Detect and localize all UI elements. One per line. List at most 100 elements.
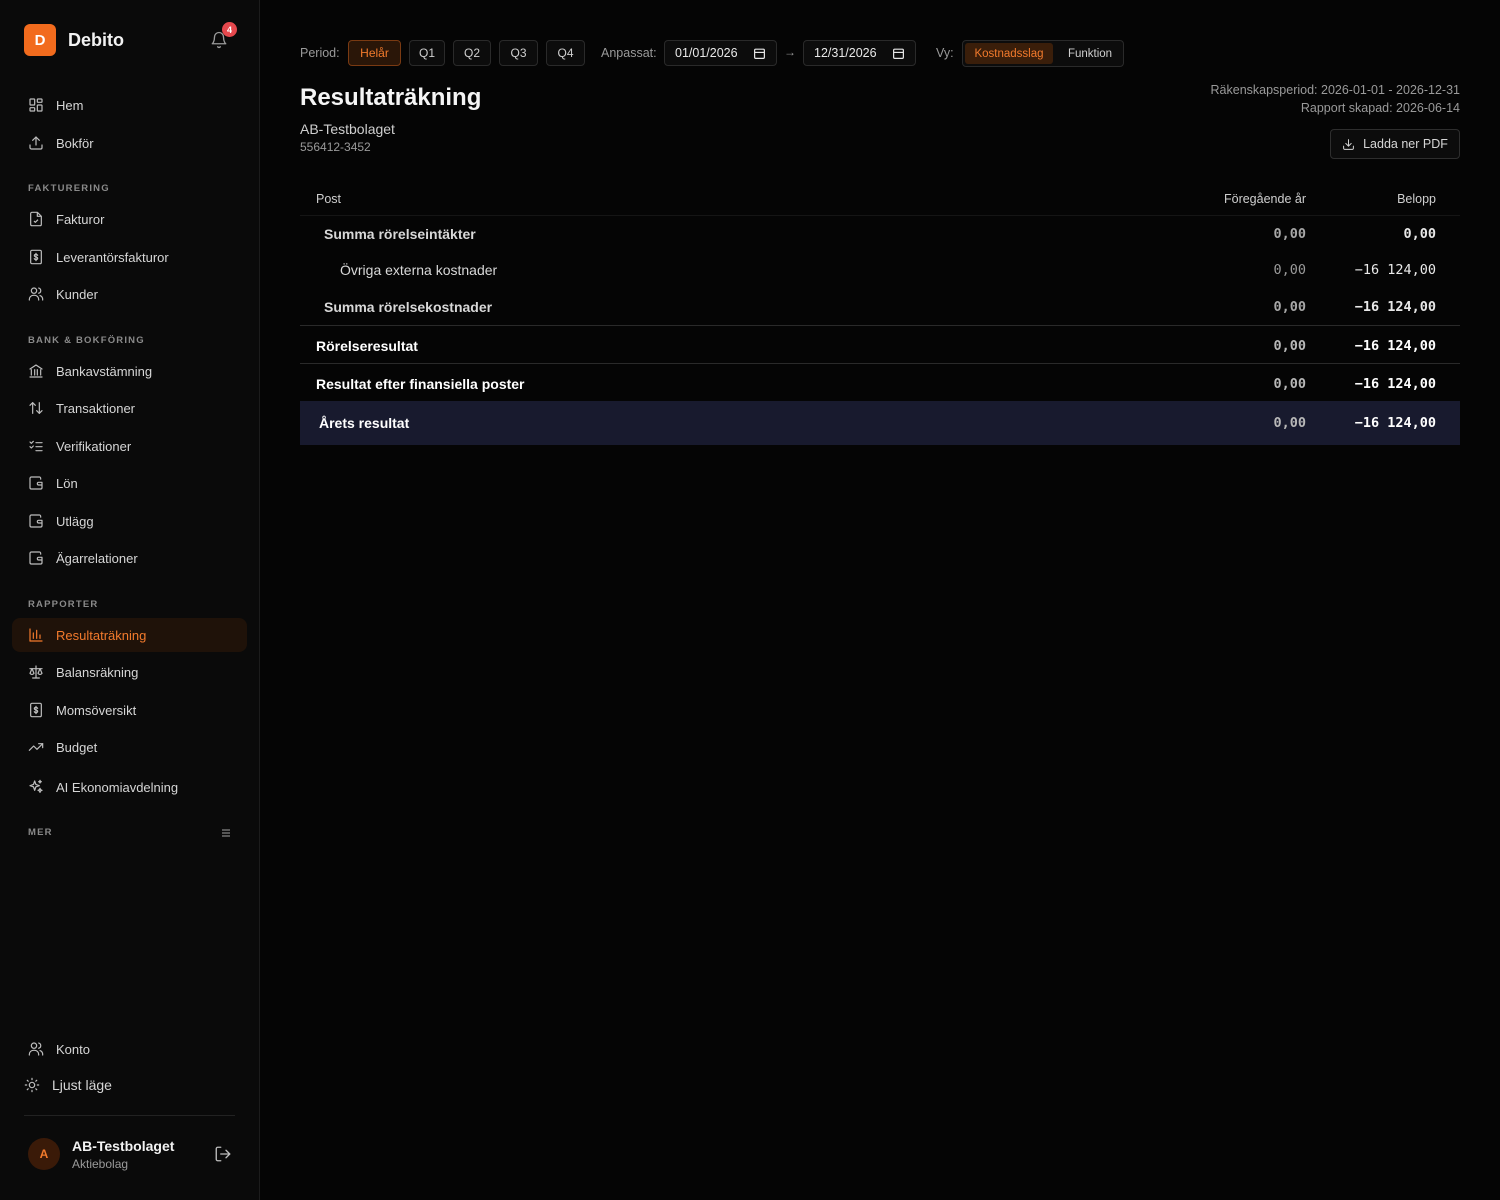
row-amount-value: −16 124,00 (1354, 415, 1436, 431)
grid-icon (29, 98, 43, 112)
nav-item-agarrelationer[interactable]: Ägarrelationer (12, 541, 247, 575)
date-to-value: 12/31/2026 (814, 46, 877, 60)
column-header-post: Post (316, 192, 342, 206)
nav-item-resultatrakning[interactable]: Resultaträkning (12, 618, 247, 652)
row-label: Årets resultat (319, 415, 410, 431)
nav-item-budget[interactable]: Budget (12, 730, 247, 764)
download-icon (1343, 138, 1354, 150)
nav-item-label: Utlägg (56, 513, 94, 529)
row-previous-value: 0,00 (1273, 376, 1306, 392)
nav-item-label: Bokför (56, 135, 94, 151)
date-to-input[interactable]: 12/31/2026 (803, 40, 916, 66)
nav-item-ai-ekonomiavdelning[interactable]: AI Ekonomiavdelning (12, 770, 247, 804)
row-amount-value: −16 124,00 (1354, 338, 1436, 354)
nav-item-fakturor[interactable]: Fakturor (12, 202, 247, 236)
row-amount-value: −16 124,00 (1354, 376, 1436, 392)
bar-chart-icon (29, 628, 43, 642)
nav-item-balansrakning[interactable]: Balansräkning (12, 655, 247, 689)
account-name: AB-Testbolaget (72, 1138, 175, 1154)
nav-item-label: Bankavstämning (56, 363, 153, 379)
column-header-previous: Föregående år (1223, 192, 1306, 206)
row-label: Summa rörelseintäkter (324, 226, 476, 242)
users-icon (28, 1042, 44, 1056)
nav-item-label: Konto (56, 1041, 90, 1057)
row-previous-value: 0,00 (1273, 262, 1306, 278)
brand-logo: D (24, 24, 56, 56)
account-type: Aktiebolag (72, 1157, 129, 1171)
date-from-input[interactable]: 01/01/2026 (664, 40, 777, 66)
dollar-document-icon (30, 702, 42, 718)
brand[interactable]: D Debito (24, 24, 124, 56)
row-amount-value: 0,00 (1403, 226, 1436, 242)
avatar[interactable]: A (28, 1138, 60, 1170)
column-header-amount: Belopp (1397, 192, 1436, 206)
period-option-q2[interactable]: Q2 (453, 40, 491, 66)
nav-item-leverantorsfakturor[interactable]: Leverantörsfakturor (12, 240, 247, 274)
period-option-q1[interactable]: Q1 (409, 40, 445, 66)
calendar-icon[interactable] (892, 47, 905, 60)
nav-item-label: Ljust läge (52, 1077, 112, 1093)
fiscal-period: Räkenskapsperiod: 2026-01-01 - 2026-12-3… (1210, 83, 1460, 97)
sun-icon (24, 1077, 40, 1093)
company-name: AB-Testbolaget (300, 121, 395, 137)
period-option-helar[interactable]: Helår (348, 40, 401, 66)
view-option-funktion[interactable]: Funktion (1057, 43, 1123, 64)
nav-item-label: AI Ekonomiavdelning (56, 779, 179, 795)
nav-item-kunder[interactable]: Kunder (12, 277, 247, 311)
table-row: Övriga externa kostnader 0,00 −16 124,00 (300, 262, 1460, 284)
nav-item-verifikationer[interactable]: Verifikationer (12, 429, 247, 463)
arrows-updown-icon (29, 402, 43, 414)
section-label-fakturering: FAKTURERING (28, 183, 110, 194)
nav-item-lon[interactable]: Lön (12, 466, 247, 500)
menu-icon[interactable] (220, 827, 232, 839)
nav-item-label: Ägarrelationer (56, 550, 138, 566)
table-header: Post Föregående år Belopp (300, 180, 1460, 216)
wallet-icon (29, 551, 43, 565)
table-row: Resultat efter finansiella poster 0,00 −… (300, 363, 1460, 401)
nav-item-label: Balansräkning (56, 664, 139, 680)
download-pdf-button[interactable]: Ladda ner PDF (1330, 129, 1460, 159)
nav-item-bokfor[interactable]: Bokför (12, 126, 247, 160)
row-previous-value: 0,00 (1273, 226, 1306, 242)
section-label-bank-bokforing: BANK & BOKFÖRING (28, 335, 145, 346)
upload-icon (29, 136, 43, 150)
download-pdf-label: Ladda ner PDF (1363, 137, 1448, 151)
nav-item-label: Hem (56, 97, 84, 113)
users-icon (28, 287, 44, 301)
row-label: Resultat efter finansiella poster (316, 376, 525, 392)
sidebar: D Debito 4 Hem Bokför FAKTURERING Faktur… (0, 0, 260, 1200)
period-option-q4[interactable]: Q4 (546, 40, 585, 66)
calendar-icon[interactable] (753, 47, 766, 60)
dollar-document-icon (30, 249, 42, 265)
view-label: Vy: (936, 46, 954, 60)
theme-toggle[interactable]: Ljust läge (12, 1068, 247, 1102)
nav-item-konto[interactable]: Konto (12, 1032, 247, 1066)
row-amount-value: −16 124,00 (1354, 299, 1436, 315)
scale-icon (29, 665, 43, 679)
nav-item-label: Resultaträkning (56, 627, 147, 643)
wallet-icon (29, 514, 43, 528)
nav-item-bankavstamning[interactable]: Bankavstämning (12, 354, 247, 388)
nav-item-label: Leverantörsfakturor (56, 249, 169, 265)
section-label-mer: MER (28, 827, 53, 838)
table-row: Rörelseresultat 0,00 −16 124,00 (300, 325, 1460, 363)
period-option-q3[interactable]: Q3 (499, 40, 538, 66)
nav-item-utlagg[interactable]: Utlägg (12, 504, 247, 538)
report-created: Rapport skapad: 2026-06-14 (1300, 101, 1460, 115)
logout-icon[interactable] (214, 1145, 232, 1163)
custom-period-label: Anpassat: (601, 46, 657, 60)
view-toggle: Kostnadsslag Funktion (962, 40, 1124, 67)
checklist-icon (29, 440, 43, 452)
trend-up-icon (28, 743, 44, 751)
nav-item-transaktioner[interactable]: Transaktioner (12, 391, 247, 425)
table-row: Summa rörelseintäkter 0,00 0,00 (300, 226, 1460, 248)
view-option-kostnadsslag[interactable]: Kostnadsslag (965, 43, 1053, 64)
nav-item-label: Lön (56, 475, 78, 491)
page-title: Resultaträkning (300, 84, 482, 111)
period-label: Period: (300, 46, 340, 60)
row-label: Övriga externa kostnader (340, 262, 498, 278)
row-previous-value: 0,00 (1273, 338, 1306, 354)
nav-item-momsoversikt[interactable]: Momsöversikt (12, 693, 247, 727)
nav-item-hem[interactable]: Hem (12, 88, 247, 122)
nav-item-label: Momsöversikt (56, 702, 137, 718)
